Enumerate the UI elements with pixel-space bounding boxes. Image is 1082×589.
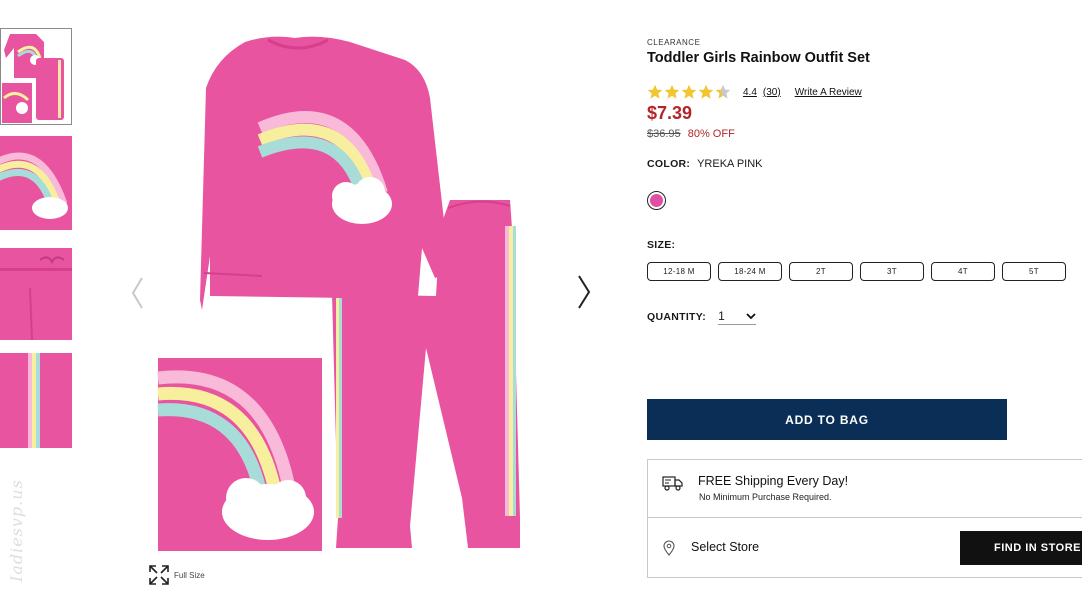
size-option[interactable]: 12-18 M bbox=[647, 262, 711, 281]
chevron-down-icon bbox=[746, 312, 756, 319]
add-to-bag-button[interactable]: ADD TO BAG bbox=[647, 399, 1007, 440]
shipping-info: FREE Shipping Every Day! No Minimum Purc… bbox=[648, 460, 1082, 518]
thumbnail-1[interactable] bbox=[0, 28, 72, 125]
select-store-link[interactable]: Select Store bbox=[691, 540, 759, 554]
thumbnail-3[interactable] bbox=[0, 248, 72, 340]
color-swatch-yreka-pink[interactable] bbox=[647, 191, 666, 210]
chevron-left-icon bbox=[131, 277, 143, 309]
truck-icon bbox=[662, 476, 683, 491]
location-pin-icon bbox=[663, 540, 675, 556]
product-info: CLEARANCE Toddler Girls Rainbow Outfit S… bbox=[647, 38, 1082, 325]
expand-icon bbox=[149, 565, 169, 585]
rating-row: 4.4 (30) Write A Review bbox=[647, 84, 1082, 100]
quantity-row: QUANTITY: 1 bbox=[647, 309, 1082, 325]
write-review-link[interactable]: Write A Review bbox=[795, 87, 862, 98]
main-product-image[interactable] bbox=[150, 28, 580, 558]
store-row: Select Store FIND IN STORE bbox=[648, 518, 1082, 578]
product-title: Toddler Girls Rainbow Outfit Set bbox=[647, 50, 870, 66]
next-image-arrow[interactable] bbox=[575, 274, 593, 315]
stars-icon bbox=[647, 84, 731, 99]
chevron-right-icon bbox=[578, 275, 591, 309]
find-in-store-button[interactable]: FIND IN STORE bbox=[960, 531, 1082, 565]
sale-price: $7.39 bbox=[647, 103, 693, 123]
discount-label: 80% OFF bbox=[687, 128, 735, 140]
quantity-value: 1 bbox=[718, 309, 725, 323]
thumbnail-2[interactable] bbox=[0, 136, 72, 230]
rating-value[interactable]: 4.4 bbox=[743, 87, 757, 98]
size-option[interactable]: 5T bbox=[1002, 262, 1066, 281]
quantity-label: QUANTITY: bbox=[647, 311, 707, 323]
size-option[interactable]: 3T bbox=[860, 262, 924, 281]
quantity-select[interactable]: 1 bbox=[718, 309, 757, 325]
rating-count[interactable]: (30) bbox=[763, 87, 781, 98]
color-value: YREKA PINK bbox=[697, 158, 763, 170]
color-label: COLOR: bbox=[647, 158, 691, 170]
original-price: $36.95 bbox=[647, 128, 681, 140]
size-option[interactable]: 18-24 M bbox=[718, 262, 782, 281]
watermark-text: Iadiesvp.us bbox=[7, 479, 26, 582]
watermark: Iadiesvp.us bbox=[4, 460, 30, 585]
original-price-row: $36.95 80% OFF bbox=[647, 128, 1082, 140]
prev-image-arrow[interactable] bbox=[130, 276, 144, 315]
thumbnail-4[interactable] bbox=[0, 353, 72, 448]
shipping-subtitle: No Minimum Purchase Required. bbox=[699, 492, 832, 502]
shipping-title: FREE Shipping Every Day! bbox=[698, 474, 849, 488]
color-row: COLOR: YREKA PINK bbox=[647, 158, 1082, 170]
clearance-badge: CLEARANCE bbox=[647, 38, 701, 47]
size-option[interactable]: 4T bbox=[931, 262, 995, 281]
swatch-fill bbox=[650, 194, 663, 207]
star-rating bbox=[647, 84, 733, 100]
size-option[interactable]: 2T bbox=[789, 262, 853, 281]
size-label: SIZE: bbox=[647, 239, 676, 251]
full-size-label: Full Size bbox=[174, 570, 205, 580]
full-size-button[interactable]: Full Size bbox=[148, 564, 205, 586]
size-options: 12-18 M 18-24 M 2T 3T 4T 5T bbox=[647, 262, 1082, 281]
fulfillment-box: FREE Shipping Every Day! No Minimum Purc… bbox=[647, 459, 1082, 578]
